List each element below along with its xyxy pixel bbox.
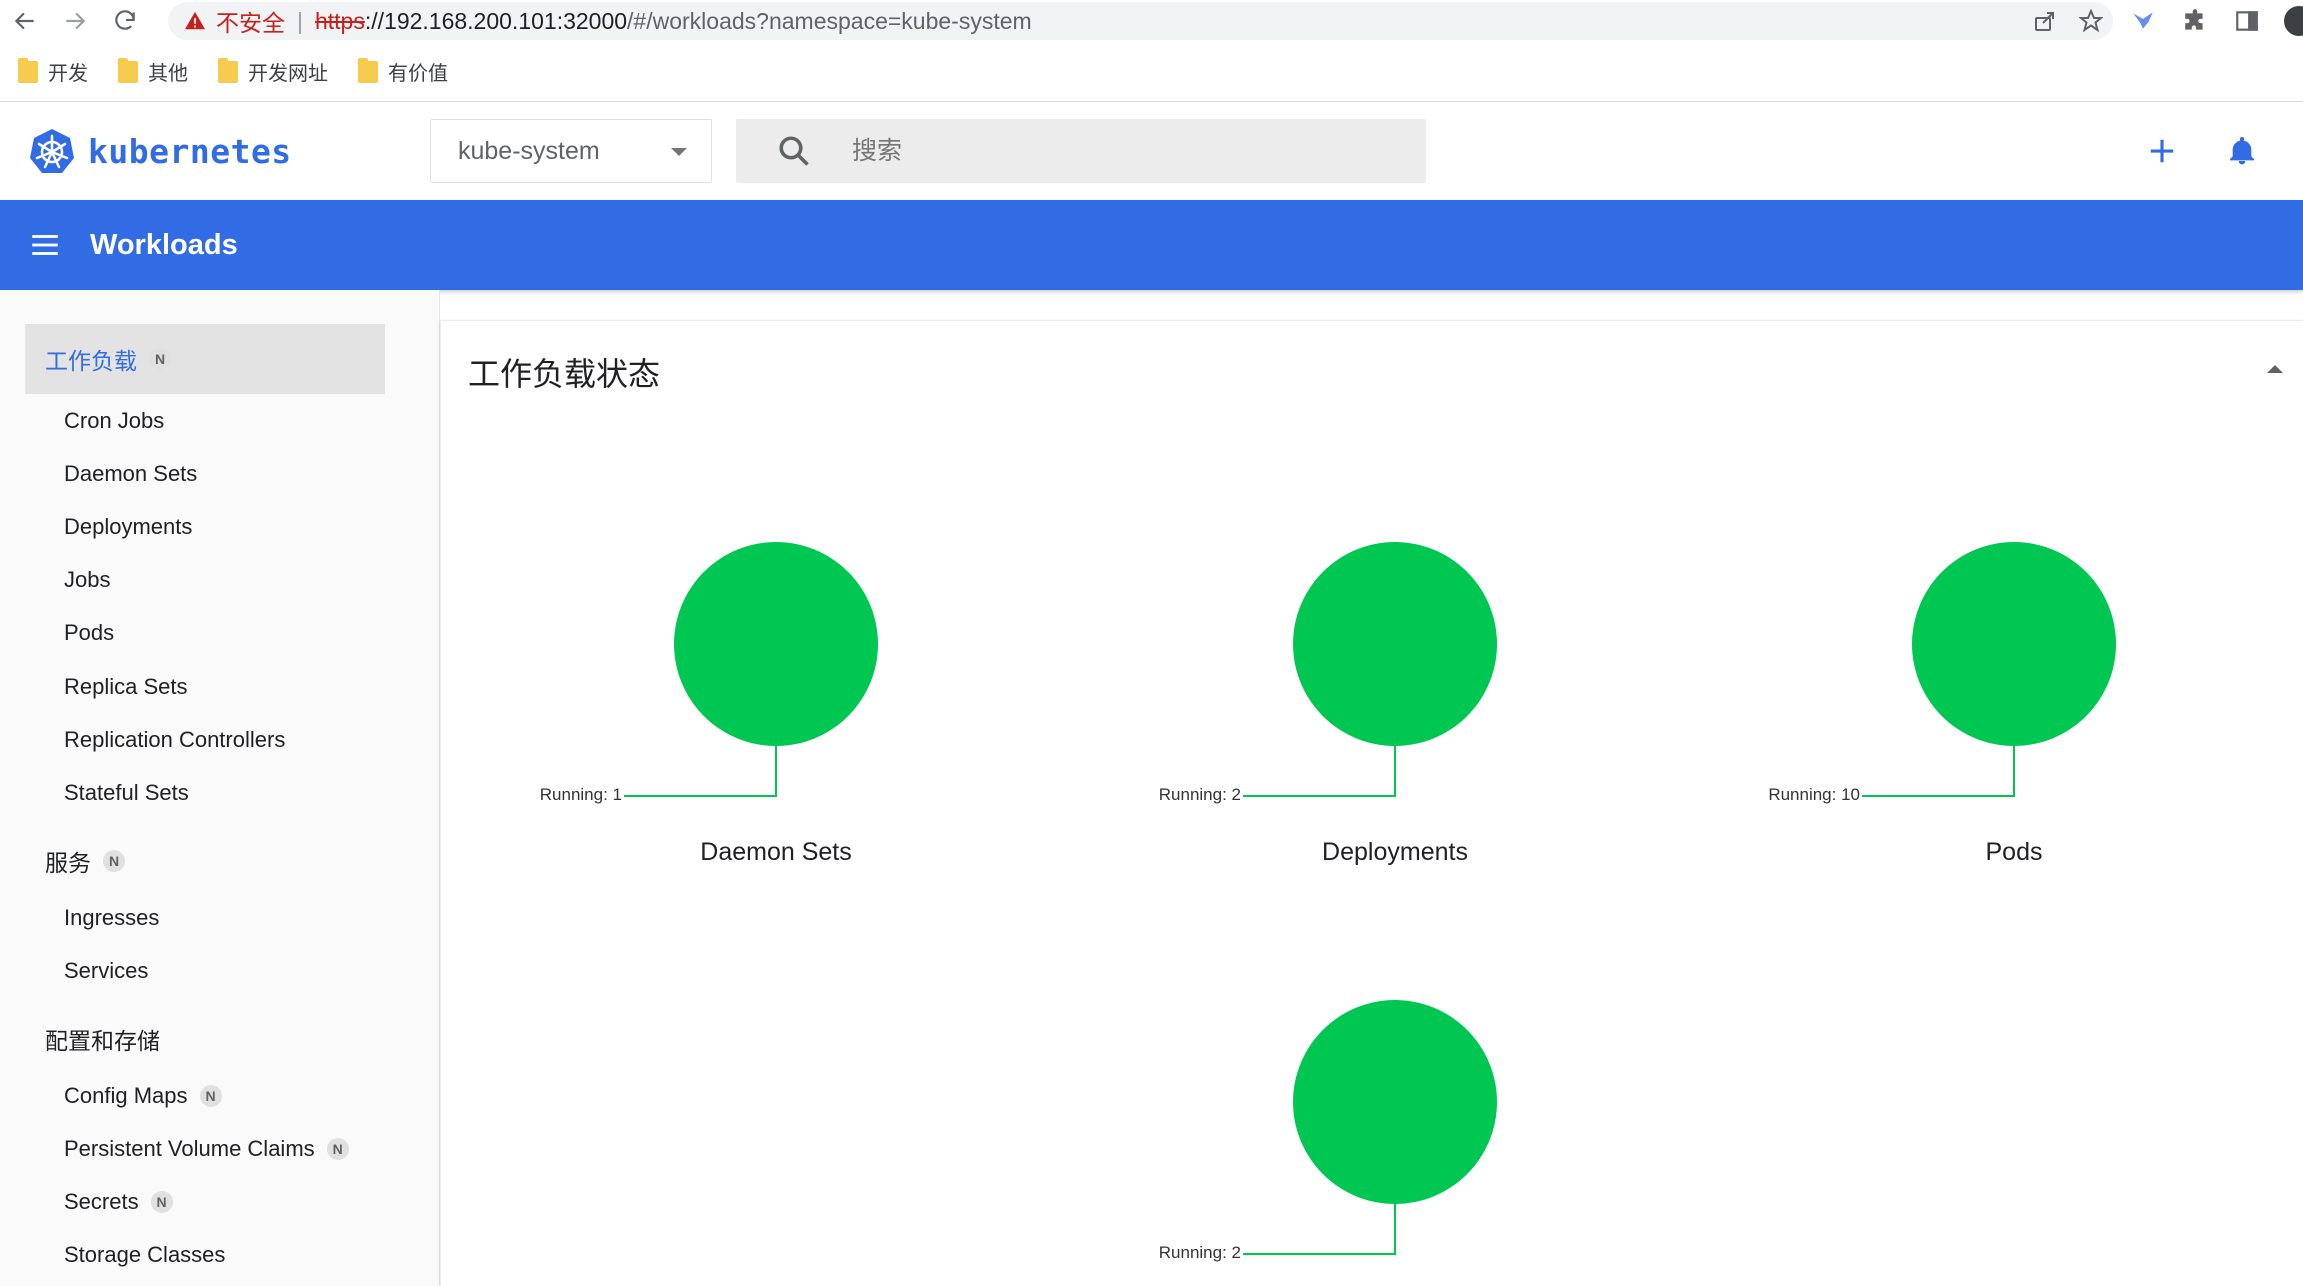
kubernetes-logo[interactable]: kubernetes [28, 127, 292, 175]
sidebar-item-daemon-sets[interactable]: Daemon Sets [64, 458, 197, 490]
slice-data-label: Running: 10 [1768, 785, 1860, 804]
search-input[interactable] [852, 136, 1412, 166]
bookmark-folder[interactable]: 开发 [18, 57, 88, 86]
sidebar-section-label: 配置和存储 [45, 1028, 160, 1054]
warning-icon [184, 11, 206, 30]
pie-slice-running[interactable] [674, 542, 878, 746]
back-button[interactable] [0, 0, 50, 42]
workload-charts [624, 542, 2116, 1255]
namespace-select[interactable]: kube-system [430, 119, 712, 183]
namespaced-badge: N [199, 1085, 222, 1107]
forward-button[interactable] [50, 0, 100, 42]
slice-leader-line [1243, 1204, 1396, 1255]
extension-bird-icon[interactable] [2130, 8, 2156, 34]
bookmark-label: 其他 [148, 63, 188, 85]
namespaced-badge: N [103, 850, 125, 872]
arrow-left-icon [14, 12, 34, 30]
arrow-right-icon [66, 12, 86, 30]
pie-slice-running[interactable] [1293, 1000, 1497, 1204]
folder-icon [218, 57, 238, 83]
slice-leader-line [624, 746, 777, 797]
bookmark-folder[interactable]: 有价值 [358, 57, 448, 86]
url-host: ://192.168.200.101:32000 [364, 7, 628, 34]
plus-icon [2150, 139, 2174, 163]
namespaced-badge: N [149, 348, 171, 370]
sidebar-item-persistent-volume-claims[interactable]: Persistent Volume Claims N [64, 1133, 349, 1165]
sidebar-item-pods[interactable]: Pods [64, 617, 114, 649]
sidebar-item-label: Persistent Volume Claims [64, 1136, 315, 1161]
app-header: kubernetes kube-system [0, 103, 2303, 200]
slice-data-label: Running: 2 [1158, 785, 1241, 804]
side-panel-icon[interactable] [2234, 8, 2260, 34]
sidebar: 工作负载 N Cron Jobs Daemon Sets Deployments… [0, 290, 440, 1286]
hamburger-menu-icon[interactable] [28, 228, 62, 262]
sidebar-item-services[interactable]: Services [64, 955, 148, 987]
bookmark-label: 开发 [48, 63, 88, 85]
search-icon [779, 136, 809, 166]
sidebar-section-workloads[interactable]: 工作负载 N [25, 324, 385, 394]
notifications-button[interactable] [2220, 129, 2264, 173]
sidebar-item-ingresses[interactable]: Ingresses [64, 902, 159, 934]
chart-title: Pods [1985, 838, 2043, 866]
reload-button[interactable] [100, 0, 150, 42]
puzzle-icon[interactable] [2182, 8, 2208, 34]
profile-avatar[interactable] [2284, 6, 2303, 36]
sidebar-item-stateful-sets[interactable]: Stateful Sets [64, 777, 189, 809]
caret-down-icon [671, 148, 687, 156]
namespaced-badge: N [326, 1138, 349, 1160]
pie-slice-running[interactable] [1293, 542, 1497, 746]
sidebar-item-storage-classes[interactable]: Storage Classes [64, 1239, 225, 1271]
omnibox-separator: | [297, 7, 303, 34]
insecure-label[interactable]: 不安全 [216, 4, 285, 38]
sidebar-item-jobs[interactable]: Jobs [64, 564, 110, 596]
bookmark-folder[interactable]: 其他 [118, 57, 188, 86]
slice-leader-line [1862, 746, 2015, 797]
pie-slice-running[interactable] [1912, 542, 2116, 746]
omnibox-actions [2033, 2, 2103, 40]
sidebar-item-secrets[interactable]: Secrets N [64, 1186, 173, 1218]
slice-data-label: Running: 2 [1158, 1243, 1241, 1262]
search-box[interactable] [736, 119, 1426, 183]
sidebar-section-label: 工作负载 [45, 348, 137, 374]
namespace-value: kube-system [458, 136, 600, 165]
sidebar-item-deployments[interactable]: Deployments [64, 511, 192, 543]
address-bar[interactable]: 不安全 | https ://192.168.200.101:32000 /#/… [168, 2, 2113, 40]
extension-icons [2130, 0, 2260, 42]
share-icon[interactable] [2033, 9, 2057, 33]
workload-status-card: 工作负载状态 Running: 1 Daemon Sets Running: 2 De… [440, 320, 2303, 1286]
sidebar-item-replication-controllers[interactable]: Replication Controllers [64, 724, 285, 756]
url-path: /#/workloads?namespace=kube-system [627, 7, 1032, 34]
sidebar-item-config-maps[interactable]: Config Maps N [64, 1080, 222, 1112]
namespaced-badge: N [150, 1191, 173, 1213]
sidebar-item-label: Storage Classes [64, 1242, 226, 1267]
star-icon[interactable] [2079, 9, 2103, 33]
sidebar-item-label: Config Maps [64, 1083, 188, 1108]
reload-icon [115, 10, 135, 30]
logo-text: kubernetes [88, 131, 292, 171]
sidebar-section-services[interactable]: 服务 N [25, 826, 125, 896]
helm-wheel-icon [30, 129, 74, 173]
page-toolbar: Workloads [0, 200, 2303, 290]
bookmark-folder[interactable]: 开发网址 [218, 57, 328, 86]
chart-title: Daemon Sets [700, 838, 852, 866]
sidebar-section-label: 服务 [45, 850, 91, 876]
bookmark-label: 有价值 [388, 63, 448, 85]
folder-icon [18, 57, 38, 83]
bookmark-label: 开发网址 [248, 63, 328, 85]
folder-icon [118, 57, 138, 83]
browser-toolbar: 不安全 | https ://192.168.200.101:32000 /#/… [0, 0, 2303, 42]
create-button[interactable] [2140, 129, 2184, 173]
chart-title: Deployments [1322, 838, 1468, 866]
folder-icon [358, 57, 378, 83]
sidebar-item-label: Secrets [64, 1189, 139, 1214]
page-title: Workloads [90, 228, 238, 261]
sidebar-item-replica-sets[interactable]: Replica Sets [64, 671, 188, 703]
sidebar-item-cron-jobs[interactable]: Cron Jobs [64, 405, 164, 437]
sidebar-section-config-storage[interactable]: 配置和存储 [25, 1004, 160, 1074]
bell-icon [2230, 137, 2254, 165]
slice-data-label: Running: 1 [539, 785, 622, 804]
slice-leader-line [1243, 746, 1396, 797]
url-scheme: https [314, 7, 365, 34]
bookmarks-bar: 开发 其他 开发网址 有价值 [0, 42, 2303, 102]
